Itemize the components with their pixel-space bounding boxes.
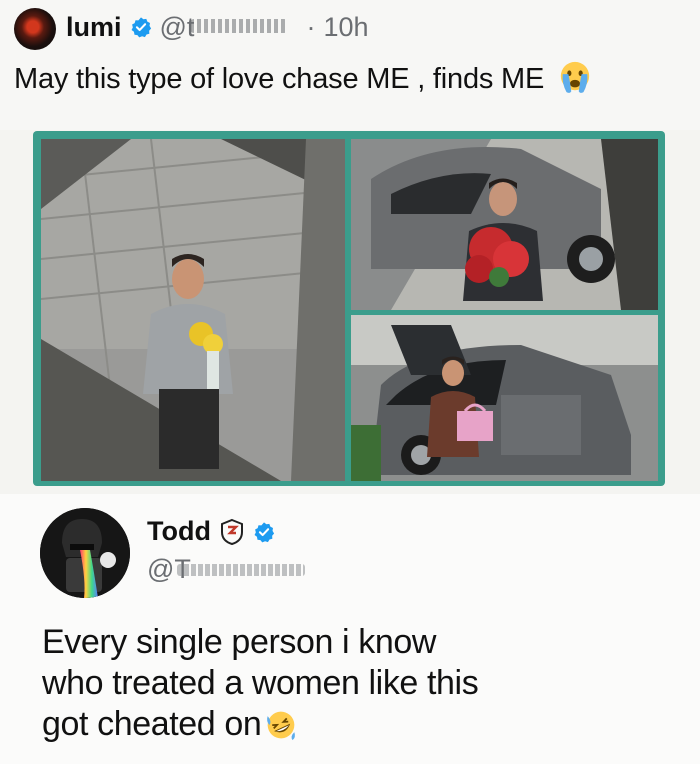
image-collage[interactable] [33,131,665,486]
todd-avatar-image [40,508,130,598]
reply-line-1: Every single person i know [42,623,437,661]
reply-author-header: Todd [147,516,275,547]
reply-line-3: got cheated on [42,704,662,745]
photo-man-with-yellow-flowers[interactable] [41,139,345,481]
handle-redaction [177,564,305,576]
verified-badge-icon [131,17,151,38]
rolling-laughing-face-icon [267,711,296,741]
reply-tweet[interactable]: Todd @T Every single person i know who t… [0,494,700,764]
photo-main-image [41,139,345,481]
verified-badge-icon [254,521,275,542]
reply-line-3-text: got cheated on [42,705,262,743]
reply-line-2: who treated a women like this [42,664,479,702]
tweet-text-content: May this type of love chase ME , finds M… [14,63,545,95]
handle-redaction [189,18,288,33]
author-name[interactable]: lumi [66,12,122,43]
photo-car-image [351,139,658,310]
avatar[interactable] [40,508,130,598]
reply-author-handle[interactable]: @T [147,554,305,585]
photo-man-with-roses-by-car[interactable] [351,139,658,310]
tweet-text: May this type of love chase ME , finds M… [14,60,592,96]
crying-face-icon [560,61,590,93]
separator-dot: · [306,11,316,42]
timestamp[interactable]: 10h [323,12,368,43]
photo-car2-image [351,315,658,481]
original-tweet[interactable]: lumi @t · 10h May this type of love chas… [0,0,700,130]
reply-text: Every single person i know who treated a… [42,622,662,745]
reply-author-name[interactable]: Todd [147,516,211,547]
shield-badge-icon [220,518,243,545]
avatar[interactable] [14,8,56,50]
tweet-header: lumi @t · 10h [66,10,369,44]
author-handle[interactable]: @t [160,12,299,43]
photo-man-with-gift-bag[interactable] [351,315,658,481]
